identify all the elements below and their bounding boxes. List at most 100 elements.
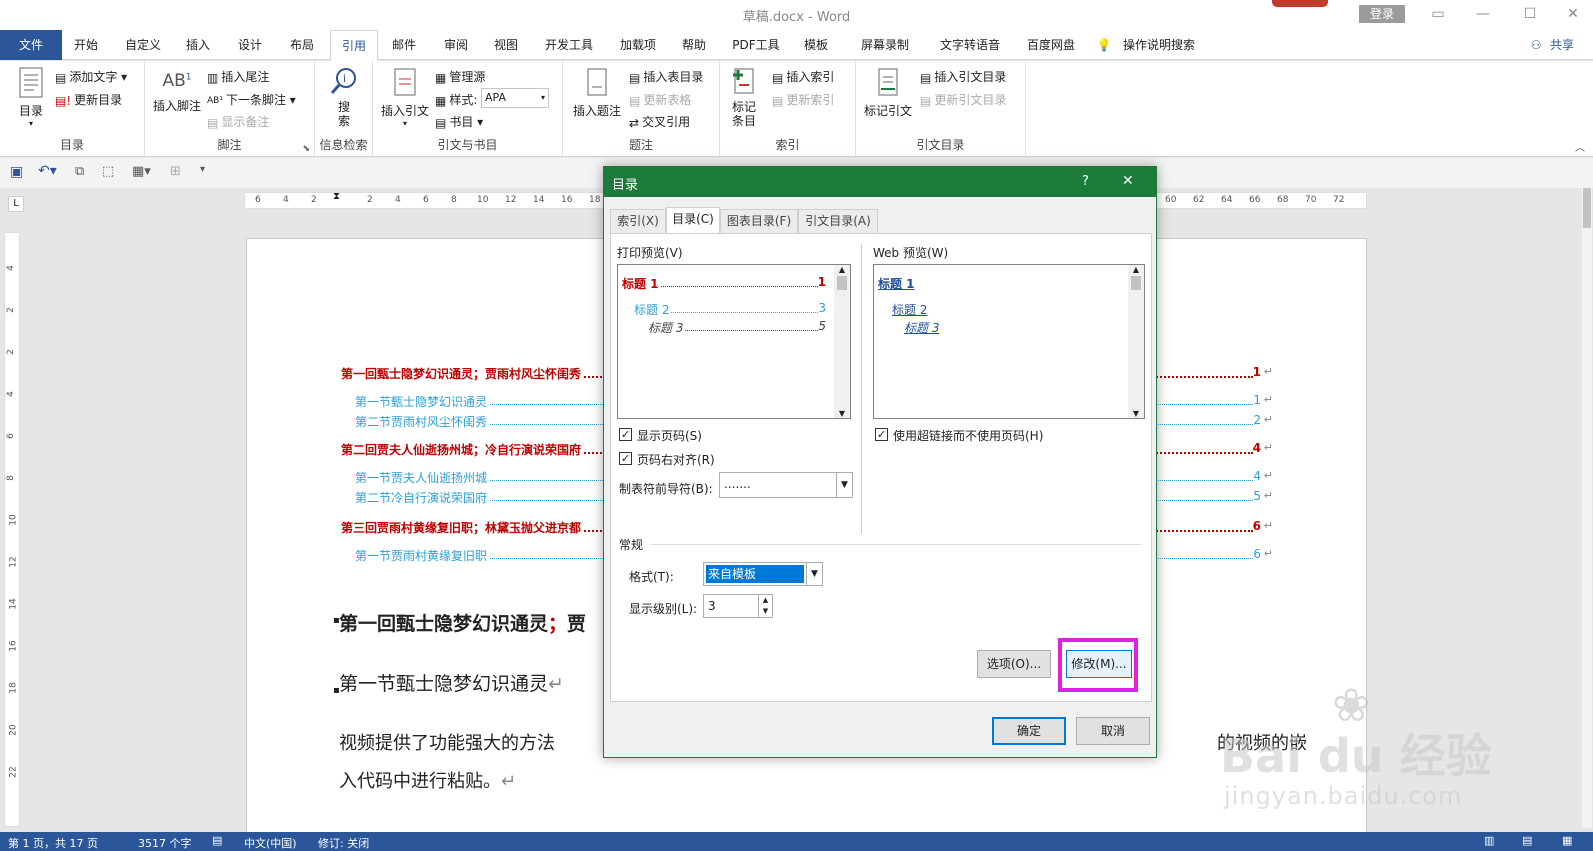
update-toa-button[interactable]: ▤ 更新引文目录 [920, 91, 1006, 108]
tab-home[interactable]: 开始 [66, 30, 106, 60]
scroll-down-icon[interactable]: ▼ [834, 409, 850, 418]
ruler-number: 14 [8, 598, 19, 610]
update-toc-button[interactable]: ▤! 更新目录 [55, 91, 122, 108]
toc-big-button[interactable]: 目录 ▾ [12, 67, 50, 128]
tab-addins[interactable]: 加载项 [612, 30, 664, 60]
autosave-indicator [1272, 0, 1328, 7]
tell-me-search[interactable]: 操作说明搜索 [1118, 30, 1200, 60]
tab-screen-record[interactable]: 屏幕录制 [852, 30, 918, 60]
print-layout-icon[interactable]: ▤ [1522, 834, 1532, 847]
toc-icon [19, 67, 43, 98]
spin-up-icon[interactable]: ▲ [758, 595, 772, 606]
add-text-button[interactable]: ▤ 添加文字 ▾ [55, 68, 127, 85]
tab-view[interactable]: 视图 [486, 30, 526, 60]
cross-reference-button[interactable]: ⇄ 交叉引用 [629, 113, 690, 130]
mark-entry-button[interactable]: 标记 条目 [726, 65, 762, 128]
dialog-help-button[interactable]: ? [1082, 174, 1089, 189]
tab-file[interactable]: 文件 [0, 30, 62, 60]
scrollbar-thumb[interactable] [837, 276, 847, 290]
use-hyperlinks-checkbox[interactable]: ✓ [875, 428, 888, 441]
read-mode-icon[interactable]: ▥ [1484, 834, 1494, 847]
tab-baidu-netdisk[interactable]: 百度网盘 [1018, 30, 1084, 60]
show-page-numbers-checkbox[interactable]: ✓ [619, 428, 632, 441]
options-button[interactable]: 选项(O)... [977, 650, 1051, 678]
redo-icon[interactable]: ⧉ [75, 164, 84, 179]
login-button[interactable]: 登录 [1359, 5, 1405, 23]
proofing-icon[interactable]: ▤ [212, 834, 222, 847]
next-footnote-button[interactable]: AB¹ 下一条脚注 ▾ [207, 91, 296, 108]
mark-entry-icon [733, 68, 754, 94]
cancel-button[interactable]: 取消 [1076, 717, 1150, 745]
tab-review[interactable]: 审阅 [436, 30, 476, 60]
tab-templates[interactable]: 模板 [796, 30, 836, 60]
dialog-close-button[interactable]: ✕ [1122, 173, 1134, 189]
tab-developer[interactable]: 开发工具 [538, 30, 600, 60]
vertical-scrollbar[interactable] [1582, 188, 1592, 828]
status-words[interactable]: 3517 个字 [138, 835, 192, 851]
style-select[interactable]: APA ▾ [481, 88, 549, 108]
tab-insert[interactable]: 插入 [178, 30, 218, 60]
insert-caption-button[interactable]: 插入题注 [571, 67, 623, 119]
insert-index-button[interactable]: ▤ 插入索引 [772, 68, 834, 85]
tab-toc[interactable]: 目录(C) [666, 207, 720, 234]
status-language[interactable]: 中文(中国) [244, 835, 297, 851]
close-window-button[interactable]: ✕ [1558, 4, 1588, 24]
status-page[interactable]: 第 1 页，共 17 页 [8, 835, 98, 851]
layout-icon[interactable]: ▦▾ [132, 164, 151, 179]
ribbon-display-options-icon[interactable]: ▭ [1423, 4, 1453, 24]
save-icon[interactable]: ▣ [10, 164, 23, 180]
scroll-up-icon[interactable]: ▲ [834, 265, 850, 274]
tab-index[interactable]: 索引(X) [610, 209, 666, 233]
insert-toa-button[interactable]: ▤ 插入引文目录 [920, 68, 1006, 85]
undo-icon[interactable]: ↶▾ [38, 163, 57, 179]
bibliography-button[interactable]: ▤ 书目 ▾ [435, 113, 483, 130]
new-doc-icon[interactable]: ⊞ [170, 164, 181, 179]
web-layout-icon[interactable]: ▦ [1562, 834, 1572, 847]
tab-text-to-speech[interactable]: 文字转语音 [930, 30, 1010, 60]
right-align-checkbox[interactable]: ✓ [619, 452, 632, 465]
mark-citation-button[interactable]: 标记引文 [862, 67, 914, 119]
tab-table-of-figures[interactable]: 图表目录(F) [720, 209, 798, 233]
minimize-button[interactable]: — [1468, 4, 1498, 24]
scrollbar-thumb[interactable] [1583, 188, 1591, 228]
touch-mode-icon[interactable]: ⬚ [102, 164, 114, 179]
paragraph-mark: ↵ [1263, 441, 1273, 454]
tab-pdf-tools[interactable]: PDF工具 [726, 30, 786, 60]
status-track-changes[interactable]: 修订: 关闭 [318, 835, 369, 851]
tab-mailings[interactable]: 邮件 [384, 30, 424, 60]
update-table-button[interactable]: ▤ 更新表格 [629, 91, 691, 108]
scroll-up-icon[interactable]: ▲ [1128, 265, 1144, 274]
tab-help[interactable]: 帮助 [674, 30, 714, 60]
levels-spinner[interactable]: 3 ▲ ▼ [703, 594, 773, 618]
print-preview-scrollbar[interactable]: ▲ ▼ [834, 265, 850, 418]
tab-leader-select[interactable]: ....... ▼ [719, 472, 853, 498]
update-index-button[interactable]: ▤ 更新索引 [772, 91, 834, 108]
footnote-dialog-launcher-icon[interactable]: ⬊ [302, 144, 310, 154]
tab-references[interactable]: 引用 [330, 30, 378, 61]
vertical-ruler[interactable]: 4 2 2 4 6 8 10 12 14 16 18 20 22 [4, 232, 20, 827]
insert-footnote-button[interactable]: AB1 插入脚注 [151, 71, 203, 114]
format-select[interactable]: 来自模板 ▼ [703, 562, 823, 586]
collapse-ribbon-icon[interactable]: ︿ [1575, 139, 1585, 154]
scroll-down-icon[interactable]: ▼ [1128, 409, 1144, 418]
maximize-button[interactable]: ☐ [1515, 4, 1545, 24]
manage-sources-button[interactable]: ▦ 管理源 [435, 68, 485, 85]
spin-down-icon[interactable]: ▼ [758, 606, 772, 617]
insert-table-of-figures-button[interactable]: ▤ 插入表目录 [629, 68, 703, 85]
customize-qat-icon[interactable]: ▾ [200, 164, 205, 175]
search-button[interactable]: i 搜 索 [325, 67, 363, 128]
scrollbar-thumb[interactable] [1131, 276, 1141, 290]
tab-table-of-authorities[interactable]: 引文目录(A) [798, 209, 878, 233]
tab-custom[interactable]: 自定义 [118, 30, 168, 60]
indent-marker-icon[interactable]: ⧗ [333, 191, 340, 202]
show-notes-button[interactable]: ▤ 显示备注 [207, 113, 269, 130]
insert-citation-button[interactable]: 插入引文 ▾ [381, 67, 429, 128]
tab-layout[interactable]: 布局 [282, 30, 322, 60]
insert-endnote-button[interactable]: ▥ 插入尾注 [207, 68, 269, 85]
ok-button[interactable]: 确定 [992, 717, 1066, 745]
share-button[interactable]: 共享 [1545, 30, 1579, 60]
modify-button[interactable]: 修改(M)... [1066, 650, 1132, 678]
web-preview-scrollbar[interactable]: ▲ ▼ [1128, 265, 1144, 418]
tab-design[interactable]: 设计 [230, 30, 270, 60]
ruler-tab-selector[interactable]: L [8, 196, 24, 212]
